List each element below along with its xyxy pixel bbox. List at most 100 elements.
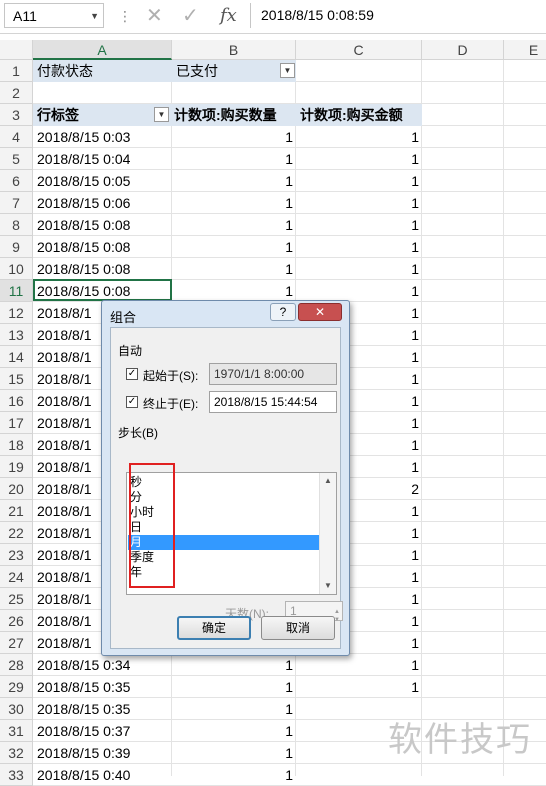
group-dialog: 组合 ? ✕ 自动 ✓ 起始于(S): 1970/1/1 8:00:00 ✓ 终… — [101, 300, 350, 656]
cell-count-qty[interactable]: 1 — [172, 148, 293, 170]
cell-row-label[interactable]: 2018/8/15 0:34 — [37, 654, 172, 676]
cell-row-label[interactable]: 2018/8/15 0:39 — [37, 742, 172, 764]
row-header[interactable]: 16 — [0, 390, 33, 412]
end-checkbox[interactable]: ✓ — [126, 396, 138, 408]
chevron-down-icon[interactable]: ▼ — [90, 11, 99, 21]
close-button[interactable]: ✕ — [298, 303, 342, 321]
row-header[interactable]: 3 — [0, 104, 33, 126]
cell-row-label[interactable]: 2018/8/15 0:08 — [37, 258, 172, 280]
cell-row-label[interactable]: 2018/8/15 0:08 — [37, 236, 172, 258]
column-header-d[interactable]: D — [422, 40, 504, 60]
column-header-c[interactable]: C — [296, 40, 422, 60]
row-header[interactable]: 29 — [0, 676, 33, 698]
row-header[interactable]: 20 — [0, 478, 33, 500]
cell-count-amount[interactable]: 1 — [296, 280, 419, 302]
cell-count-amount[interactable]: 1 — [296, 148, 419, 170]
end-label: 终止于(E): — [143, 397, 199, 411]
row-header[interactable]: 24 — [0, 566, 33, 588]
cell-row-label[interactable]: 2018/8/15 0:08 — [37, 214, 172, 236]
row-header[interactable]: 10 — [0, 258, 33, 280]
row-header[interactable]: 28 — [0, 654, 33, 676]
scroll-up-icon[interactable]: ▲ — [324, 476, 332, 485]
formula-input[interactable]: 2018/8/15 0:08:59 — [250, 3, 546, 28]
cancel-button[interactable]: 取消 — [261, 616, 335, 640]
row-filter-dropdown-icon[interactable]: ▼ — [154, 107, 169, 122]
cell-row-label[interactable]: 2018/8/15 0:03 — [37, 126, 172, 148]
row-header[interactable]: 25 — [0, 588, 33, 610]
cell-count-qty[interactable]: 1 — [172, 654, 293, 676]
cell-count-qty[interactable]: 1 — [172, 720, 293, 742]
start-input[interactable]: 1970/1/1 8:00:00 — [209, 363, 337, 385]
cancel-icon[interactable]: ✕ — [146, 3, 163, 28]
row-header[interactable]: 11 — [0, 280, 33, 302]
row-header[interactable]: 19 — [0, 456, 33, 478]
row-header[interactable]: 22 — [0, 522, 33, 544]
end-input[interactable]: 2018/8/15 15:44:54 — [209, 391, 337, 413]
check-icon[interactable]: ✓ — [182, 3, 199, 28]
row-header[interactable]: 27 — [0, 632, 33, 654]
cell-count-amount[interactable]: 1 — [296, 236, 419, 258]
row-header[interactable]: 30 — [0, 698, 33, 720]
pivot-col-c-header: 计数项:购买金额 — [300, 107, 403, 123]
start-checkbox[interactable]: ✓ — [126, 368, 138, 380]
cell-row-label[interactable]: 2018/8/15 0:06 — [37, 192, 172, 214]
row-header[interactable]: 33 — [0, 764, 33, 786]
cell-row-label[interactable]: 2018/8/15 0:05 — [37, 170, 172, 192]
row-header[interactable]: 26 — [0, 610, 33, 632]
row-header[interactable]: 6 — [0, 170, 33, 192]
cell-row-label[interactable]: 2018/8/15 0:40 — [37, 764, 172, 786]
ok-button[interactable]: 确定 — [177, 616, 251, 640]
row-header[interactable]: 8 — [0, 214, 33, 236]
pivot-col-b-header: 计数项:购买数量 — [174, 107, 277, 123]
cell-count-qty[interactable]: 1 — [172, 764, 293, 786]
cell-count-amount[interactable]: 1 — [296, 170, 419, 192]
row-header[interactable]: 7 — [0, 192, 33, 214]
column-header-e[interactable]: E — [504, 40, 546, 60]
cell-count-qty[interactable]: 1 — [172, 258, 293, 280]
row-header[interactable]: 18 — [0, 434, 33, 456]
select-all-corner[interactable] — [0, 40, 33, 60]
cell-row-label[interactable]: 2018/8/15 0:35 — [37, 676, 172, 698]
cell-row-label[interactable]: 2018/8/15 0:04 — [37, 148, 172, 170]
name-box[interactable]: A11 ▼ — [4, 3, 104, 28]
row-header[interactable]: 32 — [0, 742, 33, 764]
cell-count-qty[interactable]: 1 — [172, 192, 293, 214]
cell-count-amount[interactable]: 1 — [296, 126, 419, 148]
row-header[interactable]: 15 — [0, 368, 33, 390]
cell-count-amount[interactable]: 1 — [296, 654, 419, 676]
cell-count-qty[interactable]: 1 — [172, 698, 293, 720]
row-header[interactable]: 13 — [0, 324, 33, 346]
row-header[interactable]: 1 — [0, 60, 33, 82]
cell-count-qty[interactable]: 1 — [172, 676, 293, 698]
cell-count-qty[interactable]: 1 — [172, 280, 293, 302]
row-header[interactable]: 12 — [0, 302, 33, 324]
cell-count-amount[interactable]: 1 — [296, 192, 419, 214]
row-header[interactable]: 23 — [0, 544, 33, 566]
row-header[interactable]: 9 — [0, 236, 33, 258]
column-header-b[interactable]: B — [172, 40, 296, 60]
cell-count-amount[interactable]: 1 — [296, 258, 419, 280]
row-header[interactable]: 5 — [0, 148, 33, 170]
row-header[interactable]: 21 — [0, 500, 33, 522]
selected-cell-a11[interactable] — [33, 279, 172, 301]
cell-count-amount[interactable]: 1 — [296, 214, 419, 236]
cell-count-qty[interactable]: 1 — [172, 742, 293, 764]
help-button[interactable]: ? — [270, 303, 296, 321]
function-icon[interactable]: fx — [220, 5, 237, 26]
column-header-a[interactable]: A — [33, 40, 172, 60]
cell-count-qty[interactable]: 1 — [172, 236, 293, 258]
cell-count-qty[interactable]: 1 — [172, 126, 293, 148]
scroll-down-icon[interactable]: ▼ — [324, 581, 332, 590]
cell-count-qty[interactable]: 1 — [172, 214, 293, 236]
row-header[interactable]: 17 — [0, 412, 33, 434]
row-header[interactable]: 31 — [0, 720, 33, 742]
cell-row-label[interactable]: 2018/8/15 0:35 — [37, 698, 172, 720]
cell-row-label[interactable]: 2018/8/15 0:37 — [37, 720, 172, 742]
cell-count-amount[interactable]: 1 — [296, 676, 419, 698]
row-header[interactable]: 4 — [0, 126, 33, 148]
row-header[interactable]: 14 — [0, 346, 33, 368]
listbox-scrollbar[interactable]: ▲ ▼ — [319, 473, 336, 594]
cell-count-qty[interactable]: 1 — [172, 170, 293, 192]
filter-icon[interactable]: ▼ — [280, 63, 295, 78]
row-header[interactable]: 2 — [0, 82, 33, 104]
